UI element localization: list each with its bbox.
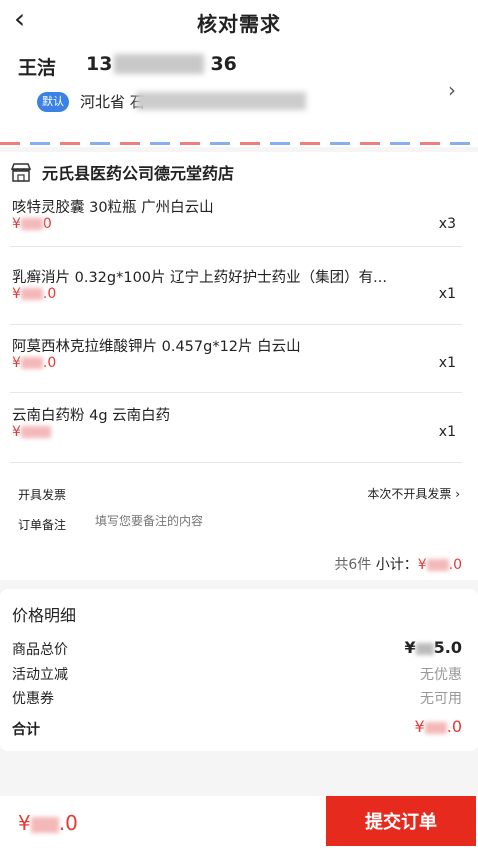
phone-redaction: [114, 54, 204, 74]
checkout-total: ¥ .0: [18, 811, 78, 835]
goods-total-currency: ¥: [404, 638, 416, 657]
subtotal-redaction: [426, 559, 449, 571]
item-divider: [10, 324, 462, 325]
item-price: ¥ .0: [12, 355, 56, 371]
price-redaction: [20, 288, 43, 300]
store-order-card: 元氏县医药公司德元堂药店 咳特灵胶囊 30粒瓶 广州白云山 ¥0 x3 乳癣消片…: [0, 152, 478, 580]
item-price: ¥: [12, 424, 51, 440]
coupon-label: 优惠券: [12, 691, 54, 707]
item-name: 咳特灵胶囊 30粒瓶 广州白云山: [12, 200, 214, 216]
total-label: 合计: [12, 722, 40, 738]
envelope-stripe-divider: [0, 142, 478, 145]
item-quantity: x1: [438, 424, 456, 440]
item-name: 云南白药粉 4g 云南白药: [12, 408, 171, 424]
total-redaction: [424, 721, 447, 734]
item-price: ¥0: [12, 216, 52, 232]
promo-value: 无优惠: [420, 667, 462, 683]
goods-total-redaction: [415, 642, 434, 655]
top-nav-bar: ‹ 核对需求: [0, 0, 478, 40]
remark-label: 订单备注: [18, 518, 67, 532]
coupon-value[interactable]: 无可用: [420, 688, 462, 708]
price-currency: ¥: [12, 355, 21, 371]
price-redaction: [20, 426, 51, 438]
subtotal-currency: ¥: [417, 557, 427, 573]
address-redaction: [136, 92, 306, 110]
checkout-currency: ¥: [18, 811, 31, 835]
price-detail-card: 价格明细 商品总价 ¥5.0 活动立减 无优惠 优惠券 无可用 合计 ¥ .0: [0, 589, 478, 751]
total-suffix: .0: [446, 717, 462, 736]
price-redaction: [20, 218, 43, 230]
goods-total-value: ¥5.0: [405, 638, 462, 657]
invoice-value: 本次不开具发票: [367, 487, 452, 501]
item-quantity: x1: [438, 286, 456, 302]
remark-input[interactable]: [95, 514, 395, 528]
goods-total-label: 商品总价: [12, 642, 68, 658]
chevron-right-icon[interactable]: ›: [448, 78, 456, 102]
store-name: 元氏县医药公司德元堂药店: [42, 164, 235, 183]
promo-label: 活动立减: [12, 667, 68, 683]
recipient-name: 王洁: [18, 57, 57, 79]
address-card[interactable]: 王洁 13 36 默认 河北省 石 ›: [0, 40, 478, 147]
default-address-badge: 默认: [37, 92, 69, 112]
subtotal-label: 小计：: [375, 557, 418, 573]
price-suffix: 0: [42, 216, 52, 232]
invoice-label: 开具发票: [18, 488, 67, 502]
item-divider: [10, 462, 462, 463]
submit-order-button[interactable]: 提交订单: [326, 796, 476, 846]
chevron-right-icon: ›: [455, 487, 460, 501]
store-icon: [10, 163, 32, 182]
item-name: 阿莫西林克拉维酸钾片 0.457g*12片 白云山: [12, 339, 301, 355]
item-name: 乳癣消片 0.32g*100片 辽宁上药好护士药业（集团）有...: [12, 270, 387, 286]
checkout-bar: ¥ .0 提交订单: [0, 796, 478, 850]
price-suffix: .0: [42, 355, 57, 371]
subtotal-suffix: .0: [448, 557, 462, 573]
price-currency: ¥: [12, 286, 21, 302]
price-suffix: .0: [42, 286, 57, 302]
price-currency: ¥: [12, 424, 21, 440]
goods-total-suffix: 5.0: [433, 638, 462, 657]
item-quantity: x3: [438, 216, 456, 232]
price-detail-title: 价格明细: [12, 606, 77, 625]
invoice-option[interactable]: 本次不开具发票 ›: [367, 485, 460, 502]
price-redaction: [20, 357, 43, 369]
item-divider: [10, 392, 462, 393]
checkout-redaction: [30, 816, 59, 833]
phone-suffix: 36: [210, 53, 237, 75]
item-price: ¥ .0: [12, 286, 56, 302]
order-summary: 共6件 小计：¥ .0: [334, 554, 462, 574]
price-currency: ¥: [12, 216, 21, 232]
total-currency: ¥: [414, 717, 425, 736]
item-divider: [10, 246, 462, 247]
phone-prefix: 13: [86, 53, 113, 75]
page-title: 核对需求: [197, 12, 281, 36]
item-count: 共6件: [334, 557, 372, 573]
checkout-suffix: .0: [58, 811, 78, 835]
total-value: ¥ .0: [415, 717, 462, 736]
item-quantity: x1: [438, 355, 456, 371]
